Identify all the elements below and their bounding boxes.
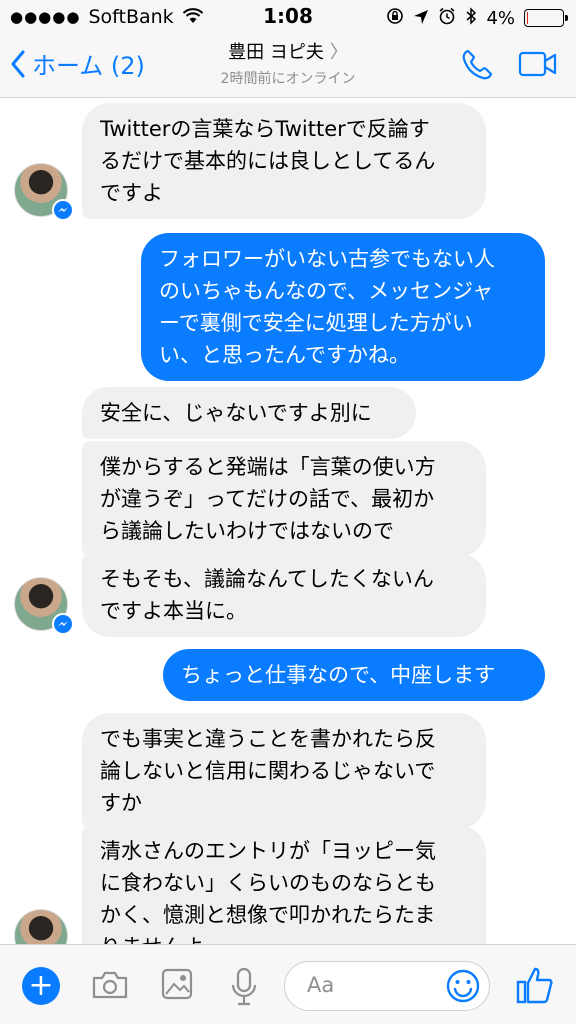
microphone-icon (231, 967, 257, 1006)
message-line: すか (100, 791, 142, 815)
message-line: 僕からすると発端は「言葉の使い方 (100, 455, 436, 479)
contact-avatar[interactable] (14, 909, 68, 944)
like-button[interactable] (516, 965, 554, 1009)
message-line: でも事実と違うことを書かれたら反 (100, 727, 436, 751)
battery-percent: 4% (486, 7, 515, 29)
message-line: い、と思ったんですかね。 (159, 343, 410, 367)
message-line: に食わない」くらいのものならとも (100, 871, 436, 895)
phone-icon (462, 49, 493, 80)
message-list[interactable]: Twitterの言葉ならTwitterで反論す るだけで基本的には良しとしてるん… (0, 99, 576, 944)
rotation-lock-icon (386, 6, 404, 30)
contact-avatar[interactable] (14, 577, 74, 635)
more-actions-button[interactable]: + (22, 967, 60, 1005)
message-line: 安全に、じゃないですよ別に (100, 401, 372, 425)
message-line: Twitterの言葉ならTwitterで反論す (100, 117, 430, 141)
message-input[interactable]: Aa (284, 961, 490, 1011)
avatar-photo (14, 909, 68, 944)
thumbs-up-icon (516, 967, 553, 1004)
gallery-icon (161, 968, 193, 1000)
battery-icon (524, 9, 568, 27)
emoji-button[interactable] (445, 968, 481, 1008)
message-bubble-incoming[interactable]: でも事実と違うことを書かれたら反 論しないと信用に関わるじゃないで すか (82, 713, 486, 829)
message-bubble-incoming[interactable]: そもそも、議論なんてしたくないん ですよ本当に。 (82, 553, 486, 637)
message-bubble-outgoing[interactable]: ちょっと仕事なので、中座します (163, 649, 545, 701)
message-bubble-incoming[interactable]: 安全に、じゃないですよ別に (82, 387, 416, 439)
plus-icon: + (28, 968, 54, 1003)
messenger-badge-icon (52, 199, 74, 221)
composer-bar: + Aa (0, 944, 576, 1024)
video-call-button[interactable] (518, 50, 558, 82)
gallery-button[interactable] (160, 967, 194, 1005)
message-bubble-incoming[interactable]: 僕からすると発端は「言葉の使い方 が違うぞ」ってだけの話で、最初か ら議論したい… (82, 441, 486, 557)
message-line: ですよ本当に。 (100, 599, 247, 623)
voice-message-button[interactable] (230, 967, 258, 1011)
message-bubble-incoming[interactable]: 清水さんのエントリが「ヨッピー気 に食わない」くらいのものならとも かく、憶測と… (82, 825, 486, 944)
message-line: 清水さんのエントリが「ヨッピー気 (100, 839, 436, 863)
message-line: そもそも、議論なんてしたくないん (100, 567, 434, 591)
voice-call-button[interactable] (460, 48, 494, 86)
message-line: のいちゃもんなので、メッセンジャ (159, 279, 494, 303)
bluetooth-icon (465, 6, 477, 30)
message-line: フォロワーがいない古参でもない人 (159, 247, 495, 271)
status-bar: ●●●●● SoftBank 1:08 4% (0, 0, 576, 34)
messenger-badge-icon (52, 613, 74, 635)
status-right: 4% (386, 6, 568, 30)
conversation-header: ホーム (2) 豊田 ヨピ夫〉 2時間前にオンライン (0, 34, 576, 98)
message-line: ちょっと仕事なので、中座します (181, 663, 496, 687)
message-line: ら議論したいわけではないので (100, 519, 394, 543)
message-bubble-incoming[interactable]: Twitterの言葉ならTwitterで反論す るだけで基本的には良しとしてるん… (82, 103, 486, 219)
contact-avatar[interactable] (14, 163, 74, 221)
message-line: ですよ (100, 181, 163, 205)
message-line: るだけで基本的には良しとしてるん (100, 149, 436, 173)
chevron-right-icon: 〉 (329, 42, 348, 63)
message-line: りませんよ (100, 931, 468, 944)
message-line: ーで裏側で安全に処理した方がい (159, 311, 473, 335)
contact-name: 豊田 ヨピ夫 (228, 42, 324, 63)
camera-icon (92, 971, 128, 999)
message-line: が違うぞ」ってだけの話で、最初か (100, 487, 435, 511)
battery-level (527, 12, 528, 24)
alarm-icon (438, 6, 456, 30)
message-input-placeholder: Aa (307, 973, 335, 997)
location-icon (413, 6, 429, 30)
message-line: 論しないと信用に関わるじゃないで (100, 759, 436, 783)
message-line: かく、憶測と想像で叩かれたらたま (100, 903, 436, 927)
video-camera-icon (518, 51, 557, 77)
emoji-icon (446, 969, 480, 1003)
camera-button[interactable] (90, 969, 130, 1005)
message-bubble-outgoing[interactable]: フォロワーがいない古参でもない人 のいちゃもんなので、メッセンジャ ーで裏側で安… (141, 233, 545, 381)
